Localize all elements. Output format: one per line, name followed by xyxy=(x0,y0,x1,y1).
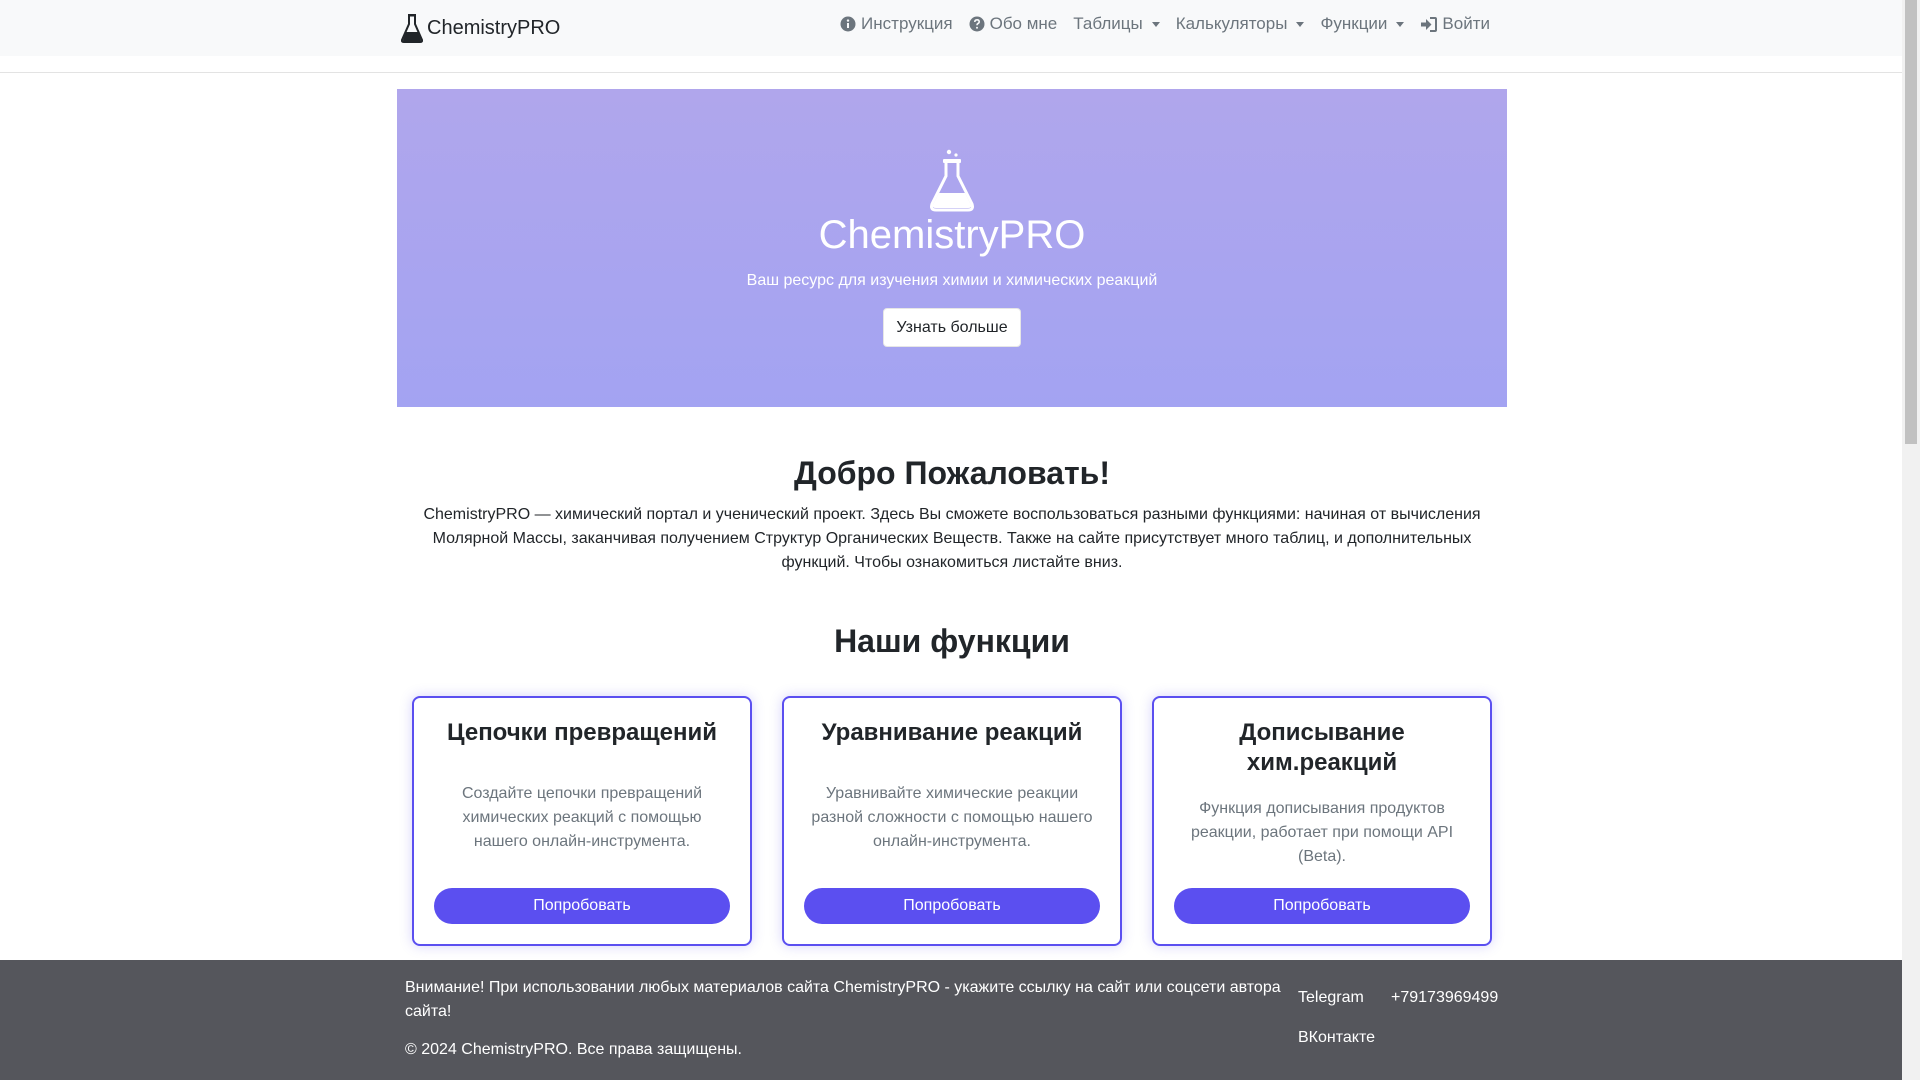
caret-down-icon xyxy=(1396,21,1405,27)
feature-card-completion: Дописывание хим.реакций Функция дописыва… xyxy=(1152,696,1492,946)
flask-icon xyxy=(930,149,974,212)
scrollbar-thumb[interactable] xyxy=(1905,0,1917,444)
nav-dropdown-calculators[interactable]: Калькуляторы xyxy=(1168,14,1313,34)
nav-label-functions: Функции xyxy=(1320,14,1388,33)
flask-icon xyxy=(401,14,423,43)
page-scrollbar[interactable] xyxy=(1902,0,1920,1080)
footer-vk-link[interactable]: ВКонтакте xyxy=(1298,1029,1375,1047)
feature-card-chains: Цепочки превращений Создайте цепочки пре… xyxy=(412,696,752,946)
hero-title: ChemistryPRO xyxy=(818,213,1086,257)
nav-item-instructions[interactable]: Инструкция xyxy=(832,14,961,34)
brand-name: ChemistryPRO xyxy=(427,16,561,39)
nav-label-instructions: Инструкция xyxy=(861,14,953,33)
card-title: Дописывание хим.реакций xyxy=(1239,719,1405,776)
try-button[interactable]: Попробовать xyxy=(804,888,1100,924)
nav-dropdown-tables[interactable]: Таблицы xyxy=(1065,14,1167,34)
card-title: Уравнивание реакций xyxy=(821,719,1083,746)
welcome-title: Добро Пожаловать! xyxy=(794,455,1110,491)
nav-item-login[interactable]: Войти xyxy=(1412,14,1498,34)
nav-item-about[interactable]: Обо мне xyxy=(961,14,1066,34)
info-circle-icon xyxy=(840,16,856,32)
caret-down-icon xyxy=(1151,21,1160,27)
nav-label-calculators: Калькуляторы xyxy=(1175,14,1288,33)
nav-label-tables: Таблицы xyxy=(1073,14,1143,33)
navbar: ChemistryPRO Инструкция Обо мне Таблицы … xyxy=(0,0,1902,56)
try-button[interactable]: Попробовать xyxy=(1174,888,1470,924)
nav-dropdown-functions[interactable]: Функции xyxy=(1312,14,1412,34)
card-text: Уравнивайте химические реакции разной сл… xyxy=(811,785,1093,850)
hero-banner: ChemistryPRO Ваш ресурс для изучения хим… xyxy=(397,89,1507,407)
footer-telegram-link[interactable]: Telegram xyxy=(1298,989,1364,1007)
brand-link[interactable]: ChemistryPRO xyxy=(401,12,560,44)
nav-label-about: Обо мне xyxy=(989,14,1058,33)
card-title: Цепочки превращений xyxy=(447,719,717,746)
hero-subtitle: Ваш ресурс для изучения химии и химическ… xyxy=(746,272,1158,289)
welcome-text: ChemistryPRO — химический портал и учени… xyxy=(423,506,1481,571)
feature-card-balancing: Уравнивание реакций Уравнивайте химическ… xyxy=(782,696,1122,946)
nav-divider xyxy=(0,72,1902,73)
card-text: Функция дописывания продуктов реакции, р… xyxy=(1190,800,1454,865)
footer: Внимание! При использовании любых матери… xyxy=(0,960,1902,1080)
features-title: Наши функции xyxy=(834,623,1070,659)
nav-links: Инструкция Обо мне Таблицы Калькуляторы … xyxy=(832,14,1498,34)
try-button[interactable]: Попробовать xyxy=(434,888,730,924)
footer-warning: Внимание! При использовании любых матери… xyxy=(405,979,1281,1020)
learn-more-button[interactable]: Узнать больше xyxy=(883,308,1021,347)
footer-copyright: © 2024 ChemistryPRO. Все права защищены. xyxy=(405,1041,742,1058)
nav-label-login: Войти xyxy=(1442,14,1490,33)
question-circle-icon xyxy=(969,16,985,32)
sign-in-icon xyxy=(1421,16,1438,32)
caret-down-icon xyxy=(1296,21,1305,27)
card-text: Создайте цепочки превращений химических … xyxy=(461,785,703,850)
footer-phone-link[interactable]: +79173969499 xyxy=(1391,989,1498,1007)
